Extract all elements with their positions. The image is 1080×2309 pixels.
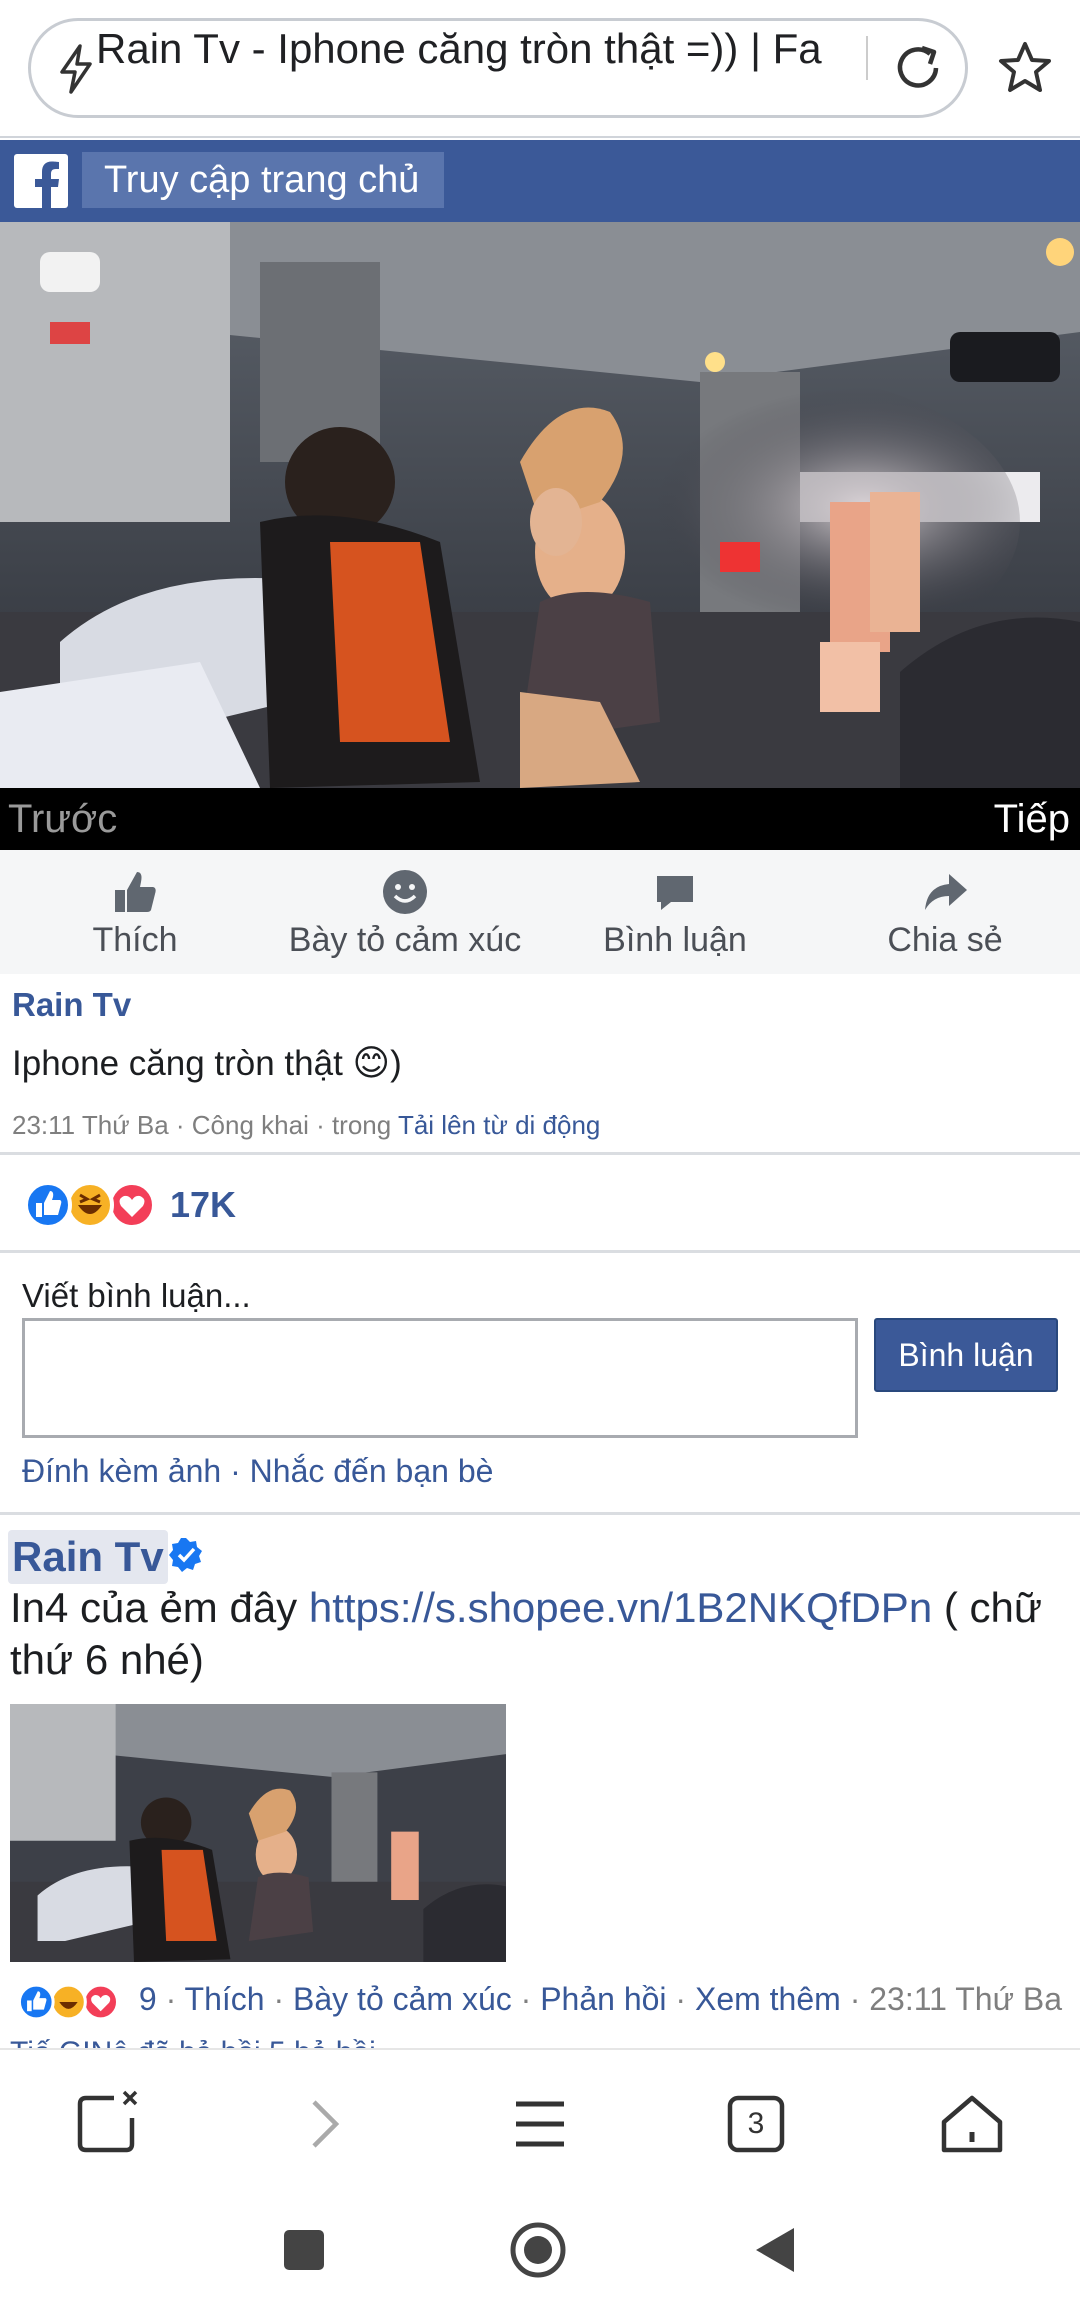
separator: · bbox=[511, 1981, 541, 2017]
post-caption: Iphone căng tròn thật 😊) bbox=[12, 1038, 402, 1089]
write-comment-label: Viết bình luận... bbox=[22, 1277, 251, 1314]
comment-action-button[interactable]: Bình luận bbox=[585, 850, 765, 974]
next-photo-link[interactable]: Tiếp bbox=[994, 792, 1070, 846]
react-label: Bày tỏ cảm xúc bbox=[288, 921, 522, 959]
browser-address-bar: Rain Tv - Iphone căng tròn thật =)) | Fa bbox=[0, 0, 1080, 138]
reload-icon[interactable] bbox=[890, 40, 946, 96]
comment-like-link[interactable]: Thích bbox=[185, 1981, 265, 2017]
comment-label: Bình luận bbox=[603, 921, 747, 959]
post-author[interactable]: Rain Tv bbox=[12, 986, 131, 1024]
comment-reaction-count[interactable]: 9 bbox=[139, 1981, 157, 2017]
comment-reply-link[interactable]: Phản hồi bbox=[540, 1981, 666, 2017]
url-title-text[interactable]: Rain Tv - Iphone căng tròn thật =)) | Fa bbox=[96, 24, 856, 74]
recents-icon[interactable] bbox=[282, 2228, 326, 2272]
comment-time: 23:11 Thứ Ba bbox=[869, 1981, 1063, 2017]
bookmark-star-icon[interactable] bbox=[996, 40, 1054, 96]
home-circle-icon[interactable] bbox=[508, 2220, 568, 2280]
system-navigation-bar bbox=[0, 2180, 1080, 2309]
share-label: Chia sẻ bbox=[887, 921, 1003, 959]
comment-author[interactable]: Rain Tv bbox=[12, 1533, 164, 1580]
forward-icon[interactable] bbox=[284, 2084, 364, 2164]
separator: · bbox=[666, 1981, 695, 2017]
comment-icon bbox=[657, 876, 693, 910]
attach-photo-link[interactable]: Đính kèm ảnh bbox=[22, 1453, 221, 1489]
comment-attached-photo[interactable] bbox=[10, 1704, 506, 1962]
divider bbox=[0, 1250, 1080, 1253]
post-photo[interactable] bbox=[0, 222, 1080, 788]
reaction-count[interactable]: 17K bbox=[170, 1182, 236, 1228]
url-divider bbox=[866, 36, 868, 80]
comment-reaction-icons[interactable] bbox=[10, 1979, 130, 2025]
facebook-logo-icon[interactable] bbox=[14, 154, 68, 208]
smiling-emoji: 😊 bbox=[352, 1042, 391, 1083]
comment-photo-scene bbox=[10, 1704, 506, 1962]
comment-react-link[interactable]: Bày tỏ cảm xúc bbox=[293, 1981, 512, 2017]
caption-tail: ) bbox=[390, 1044, 402, 1083]
smile-icon bbox=[383, 870, 427, 914]
like-label: Thích bbox=[92, 921, 178, 959]
separator: · bbox=[840, 1981, 870, 2017]
photo-navigation: Trước Tiếp bbox=[0, 788, 1080, 850]
react-button[interactable]: Bày tỏ cảm xúc bbox=[270, 850, 540, 974]
separator: · bbox=[156, 1981, 185, 2017]
divider bbox=[0, 1512, 1080, 1515]
separator: · bbox=[221, 1453, 250, 1489]
comment-options: Đính kèm ảnh · Nhắc đến bạn bè bbox=[22, 1450, 493, 1492]
comment-more-link[interactable]: Xem thêm bbox=[695, 1981, 841, 2017]
lightning-icon bbox=[60, 44, 92, 94]
comment-footer: 9 · Thích · Bày tỏ cảm xúc · Phản hồi · … bbox=[10, 1976, 1062, 2025]
back-triangle-icon[interactable] bbox=[750, 2224, 800, 2276]
like-button[interactable]: Thích bbox=[50, 850, 220, 974]
share-icon bbox=[925, 874, 967, 910]
facebook-header: Truy cập trang chủ bbox=[0, 140, 1080, 222]
verified-badge-icon bbox=[169, 1538, 202, 1572]
comment-input[interactable] bbox=[22, 1318, 858, 1438]
caption-text: Iphone căng tròn thật bbox=[12, 1044, 343, 1083]
mention-friends-link[interactable]: Nhắc đến bạn bè bbox=[250, 1453, 494, 1489]
share-button[interactable]: Chia sẻ bbox=[855, 850, 1035, 974]
toolbar-divider bbox=[0, 2048, 1080, 2050]
post-meta: 23:11 Thứ Ba · Công khai · trong Tải lên… bbox=[12, 1108, 600, 1142]
comment-author-highlight[interactable]: Rain Tv bbox=[8, 1530, 168, 1584]
comment-text: In4 của ẻm đây https://s.shopee.vn/1B2NK… bbox=[10, 1582, 1060, 1686]
new-tab-icon[interactable] bbox=[68, 2084, 148, 2164]
tab-count[interactable]: 3 bbox=[716, 2084, 796, 2164]
menu-icon[interactable] bbox=[500, 2084, 580, 2164]
photo-scene bbox=[0, 222, 1080, 788]
like-icon bbox=[115, 872, 156, 912]
album-link[interactable]: Tải lên từ di động bbox=[398, 1110, 600, 1140]
separator: · bbox=[264, 1981, 294, 2017]
home-icon[interactable] bbox=[932, 2084, 1012, 2164]
previous-photo-link[interactable]: Trước bbox=[8, 792, 117, 846]
post-action-bar: Thích Bày tỏ cảm xúc Bình luận Chia sẻ bbox=[0, 850, 1080, 974]
reaction-icons[interactable] bbox=[22, 1175, 162, 1235]
divider bbox=[0, 1152, 1080, 1155]
truncated-next-line: Tiế GINô đã hả hồi 5 hả hồi bbox=[10, 2038, 1070, 2048]
comment-text-prefix: In4 của ẻm đây bbox=[10, 1584, 309, 1631]
post-time-privacy: 23:11 Thứ Ba · Công khai · trong bbox=[12, 1110, 398, 1140]
shopee-link[interactable]: https://s.shopee.vn/1B2NKQfDPn bbox=[309, 1584, 932, 1631]
submit-comment-button[interactable]: Bình luận bbox=[874, 1318, 1058, 1392]
home-link[interactable]: Truy cập trang chủ bbox=[82, 152, 444, 208]
